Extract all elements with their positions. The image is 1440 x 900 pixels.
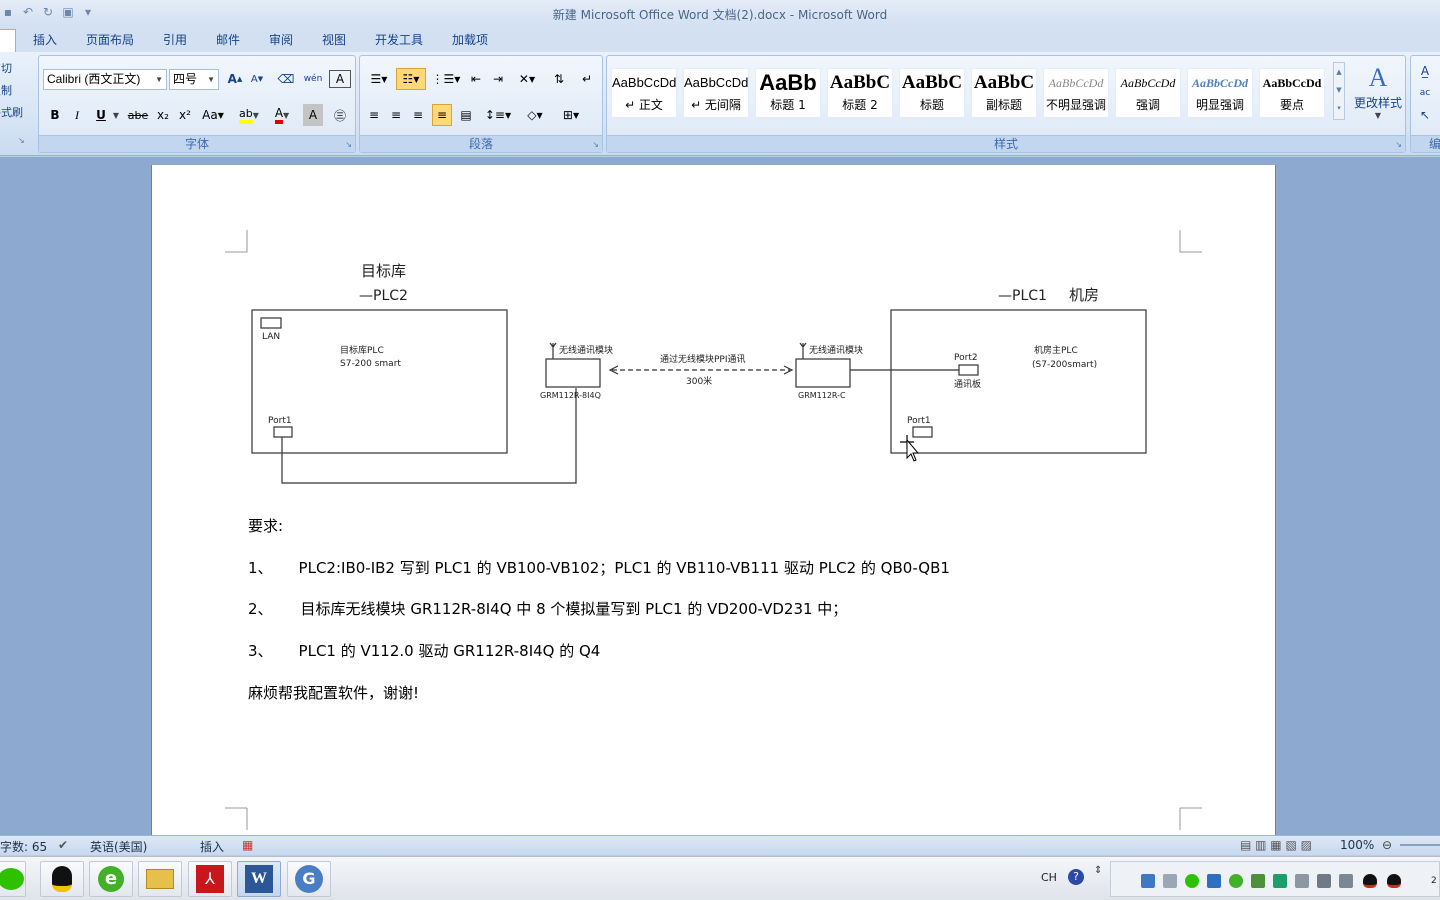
move-cursor-icon xyxy=(900,435,920,462)
left-title: 目标库 xyxy=(361,262,406,280)
gear-app-taskbar-icon[interactable]: G xyxy=(287,861,331,897)
status-bar: 字数: 65 ✔ 英语(美国) 插入 ▦ ▤ ▥ ▦ ▧ ▨ 100% ⊖ xyxy=(0,835,1440,855)
right-subtitle: —PLC1 xyxy=(998,288,1047,304)
acrobat-taskbar-icon[interactable]: ⅄ xyxy=(188,861,232,897)
word-count[interactable]: 字数: 65 xyxy=(0,838,47,855)
right-module-label: 无线通讯模块 xyxy=(809,344,863,356)
view-buttons[interactable]: ▤ ▥ ▦ ▧ ▨ xyxy=(1240,838,1312,852)
wechat-taskbar-icon[interactable] xyxy=(0,861,26,897)
keyboard-icon[interactable] xyxy=(1163,874,1177,888)
taskbar: e ⅄ W G CH ? ⇕ 2 xyxy=(0,856,1440,900)
requirements-heading: 要求: xyxy=(248,517,284,535)
left-subtitle: —PLC2 xyxy=(359,288,408,304)
plc1-box xyxy=(890,309,1147,454)
comm-board-label: 通讯板 xyxy=(954,378,981,390)
monitor-icon[interactable] xyxy=(1207,874,1221,888)
plc1-port2-icon xyxy=(958,364,979,376)
plc2-model: S7-200 smart xyxy=(340,359,401,369)
macro-record-icon[interactable]: ▦ xyxy=(242,838,253,852)
left-module-box xyxy=(545,358,601,388)
plc2-port1-icon xyxy=(273,426,293,438)
clock[interactable]: 2 xyxy=(1431,876,1437,886)
zoom-level[interactable]: 100% xyxy=(1340,838,1374,852)
qq-taskbar-icon[interactable] xyxy=(40,861,84,897)
lan-label: LAN xyxy=(262,332,280,342)
network-icon[interactable] xyxy=(1141,874,1155,888)
link-distance: 300米 xyxy=(686,375,712,387)
plc1-port1-label: Port1 xyxy=(907,416,931,426)
qq-tray-icon[interactable] xyxy=(1363,874,1377,888)
plc1-name: 机房主PLC xyxy=(1034,344,1078,356)
explorer-taskbar-icon[interactable] xyxy=(138,861,182,897)
requirement-1: 1、 PLC2:IB0-IB2 写到 PLC1 的 VB100-VB102；PLC… xyxy=(248,559,950,577)
closing-line: 麻烦帮我配置软件，谢谢! xyxy=(248,684,420,702)
antenna-right-icon xyxy=(799,342,807,359)
cable-plc2-module xyxy=(281,388,577,484)
wechat-tray-icon[interactable] xyxy=(1185,874,1199,888)
antenna-left-icon xyxy=(549,342,557,359)
language-bar-options-icon[interactable]: ⇕ xyxy=(1094,865,1102,876)
right-module-box xyxy=(795,358,851,388)
input-language[interactable]: CH xyxy=(1041,871,1057,884)
word-taskbar-icon[interactable]: W xyxy=(237,861,281,897)
left-module-model: GRM112R-8I4Q xyxy=(540,391,601,400)
update-icon[interactable] xyxy=(1273,874,1287,888)
usb-icon[interactable] xyxy=(1317,874,1331,888)
requirement-3: 3、 PLC1 的 V112.0 驱动 GR112R-8I4Q 的 Q4 xyxy=(248,642,601,660)
browser-tray-icon[interactable] xyxy=(1229,874,1243,888)
proofing-icon[interactable]: ✔ xyxy=(58,838,68,852)
speaker-icon[interactable] xyxy=(1339,874,1353,888)
browser-taskbar-icon[interactable]: e xyxy=(89,861,133,897)
link-label: 通过无线模块PPI通讯 xyxy=(660,353,746,365)
right-title: 机房 xyxy=(1069,286,1099,304)
zoom-out-icon[interactable]: ⊖ xyxy=(1382,838,1392,852)
language-indicator[interactable]: 英语(美国) xyxy=(90,838,147,855)
plc1-port1-icon xyxy=(912,426,933,438)
zoom-slider[interactable] xyxy=(1400,844,1440,846)
network-diagram: 目标库 —PLC2 —PLC1 机房 LAN 目标库PLC S7-200 sma… xyxy=(251,262,1147,484)
plc2-box xyxy=(251,309,508,454)
insert-mode[interactable]: 插入 xyxy=(200,838,224,855)
requirement-2: 2、 目标库无线模块 GR112R-8I4Q 中 8 个模拟量写到 PLC1 的 … xyxy=(248,600,848,618)
signal-icon[interactable] xyxy=(1295,874,1309,888)
security-icon[interactable] xyxy=(1251,874,1265,888)
system-tray: 2 xyxy=(1110,861,1440,897)
plc1-model: (S7-200smart) xyxy=(1032,360,1097,370)
plc2-name: 目标库PLC xyxy=(340,344,384,356)
plc1-port2-label: Port2 xyxy=(954,353,978,363)
right-module-model: GRM112R-C xyxy=(798,391,846,400)
help-icon[interactable]: ? xyxy=(1068,869,1084,885)
lan-port-icon xyxy=(260,317,282,329)
qq-tray-icon-2[interactable] xyxy=(1387,874,1401,888)
plc2-port1-label: Port1 xyxy=(268,416,292,426)
left-module-label: 无线通讯模块 xyxy=(559,344,613,356)
